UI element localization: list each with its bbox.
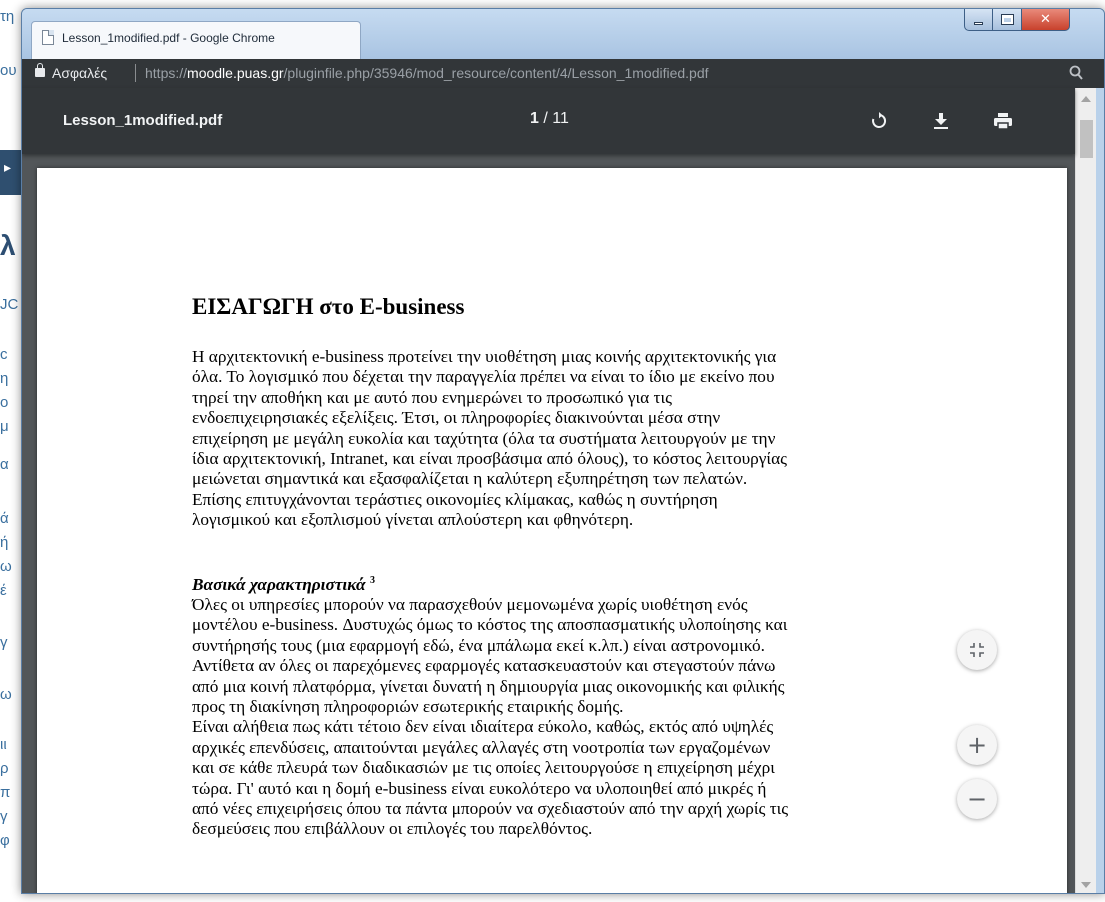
- text-line: μειώνεται σημαντικά και εξασφαλίζεται η …: [192, 469, 748, 489]
- zoom-out-button[interactable]: −: [957, 779, 997, 819]
- fit-to-page-icon: [970, 643, 984, 657]
- address-separator: [135, 64, 136, 82]
- text-line: μοντέλου e-business. Δυστυχώς όμως το κό…: [192, 615, 788, 635]
- text-line: Επίσης επιτυγχάνονται τεράστιες οικονομί…: [192, 489, 718, 509]
- lock-icon[interactable]: [35, 63, 45, 77]
- page-indicator[interactable]: 1 / 11: [530, 110, 569, 128]
- text-line: προς τη διακίνηση πληροφοριών εσωτερικής…: [192, 697, 624, 717]
- text-line: από νέες επιχειρήσεις όπου τα πάντα μπορ…: [192, 799, 789, 819]
- text-line: αρχικές επενδύσεις, απαιτούνται μεγάλες …: [192, 737, 771, 757]
- text-line: Η αρχιτεκτονική e-business προτείνει την…: [192, 347, 777, 366]
- secure-label[interactable]: Ασφαλές: [52, 65, 107, 81]
- minimize-button[interactable]: [964, 9, 993, 31]
- url-host: moodle.puas.gr: [187, 65, 284, 81]
- subheading-text: Βασικά χαρακτηριστικά: [192, 575, 366, 594]
- text-line: ίδια αρχιτεκτονική, Intranet, και είναι …: [192, 449, 787, 469]
- chrome-popup-window: Lesson_1modified.pdf - Google Chrome ✕ Α…: [21, 8, 1105, 894]
- document-icon: [42, 30, 54, 45]
- print-button[interactable]: [988, 106, 1018, 136]
- text-line: επιχείρηση με μεγάλη ευκολία και ταχύτητ…: [192, 428, 776, 448]
- maximize-icon: [1000, 14, 1014, 25]
- download-icon: [934, 113, 948, 129]
- maximize-button[interactable]: [993, 9, 1022, 31]
- url-text[interactable]: https://moodle.puas.gr/pluginfile.php/35…: [145, 65, 709, 81]
- text-line: δεσμεύσεις που επιβάλλουν οι επιλογές το…: [192, 819, 593, 839]
- url-scheme: https://: [145, 65, 188, 81]
- page-number-input[interactable]: 1: [530, 110, 539, 127]
- text-line: λογισμικού και εξοπλισμού γίνεται απλούσ…: [192, 510, 634, 530]
- pdf-filename: Lesson_1modified.pdf: [63, 112, 223, 129]
- rotate-icon: [872, 112, 887, 128]
- address-bar[interactable]: Ασφαλές https://moodle.puas.gr/pluginfil…: [22, 59, 1104, 88]
- close-button[interactable]: ✕: [1022, 9, 1070, 31]
- scrollbar-thumb[interactable]: [1080, 120, 1093, 158]
- rotate-button[interactable]: [864, 106, 894, 136]
- footnote-marker: 3: [369, 575, 375, 586]
- scroll-up-icon[interactable]: [1081, 96, 1091, 102]
- text-line: τηρεί την αποθήκη και με αυτό που ενημερ…: [192, 387, 672, 407]
- print-icon: [994, 113, 1012, 130]
- window-tab[interactable]: Lesson_1modified.pdf - Google Chrome: [31, 21, 361, 59]
- text-line: τώρα. Γι' αυτό και η δομή e-business είν…: [192, 778, 767, 798]
- document-paragraph: Η αρχιτεκτονική e-business προτείνει την…: [192, 347, 932, 531]
- text-line: όλα. Το λογισμικό που δέχεται την παραγγ…: [192, 367, 775, 387]
- title-bar[interactable]: Lesson_1modified.pdf - Google Chrome ✕: [22, 9, 1104, 59]
- text-line: Αντίθετα αν όλες οι παρεχόμενες εφαρμογέ…: [192, 656, 776, 676]
- text-line: Είναι αλήθεια πως κάτι τέτοιο δεν είναι …: [192, 717, 774, 737]
- document-paragraph: Όλες οι υπηρεσίες μπορούν να παρασχεθούν…: [192, 595, 932, 840]
- zoom-in-button[interactable]: +: [957, 725, 997, 765]
- text-line: και σε κάθε πλευρά των διαδικασιών με τι…: [192, 758, 775, 778]
- page-total: / 11: [543, 110, 569, 127]
- minimize-icon: [974, 21, 983, 25]
- vertical-scrollbar[interactable]: [1075, 88, 1096, 893]
- magnifier-icon[interactable]: [1069, 65, 1083, 81]
- pdf-toolbar: Lesson_1modified.pdf 1 / 11: [22, 88, 1075, 154]
- text-line: Όλες οι υπηρεσίες μπορούν να παρασχεθούν…: [192, 595, 748, 614]
- document-heading: ΕΙΣΑΓΩΓΗ στο E-business: [192, 294, 465, 319]
- window-title: Lesson_1modified.pdf - Google Chrome: [62, 31, 275, 45]
- text-line: από μια κοινή πλατφόρμα, γίνεται δυνατή …: [192, 676, 785, 696]
- text-line: συντήρησής τους (μια εφαρμογή εδώ, ένα μ…: [192, 635, 765, 655]
- document-subheading: Βασικά χαρακτηριστικά 3: [192, 575, 375, 595]
- download-button[interactable]: [926, 106, 956, 136]
- text-line: ενδοεπιχειρησιακές εξελίξεις. Έτσι, οι π…: [192, 408, 721, 428]
- pdf-page: ΕΙΣΑΓΩΓΗ στο E-business Η αρχιτεκτονική …: [37, 168, 1067, 893]
- pdf-viewer[interactable]: ΕΙΣΑΓΩΓΗ στο E-business Η αρχιτεκτονική …: [22, 154, 1075, 893]
- close-icon: ✕: [1040, 12, 1051, 27]
- background-sidebar-toggle: [0, 150, 22, 195]
- scroll-down-icon[interactable]: [1081, 882, 1091, 888]
- fit-to-page-button[interactable]: [957, 630, 997, 670]
- url-path: /pluginfile.php/35946/mod_resource/conte…: [283, 65, 709, 81]
